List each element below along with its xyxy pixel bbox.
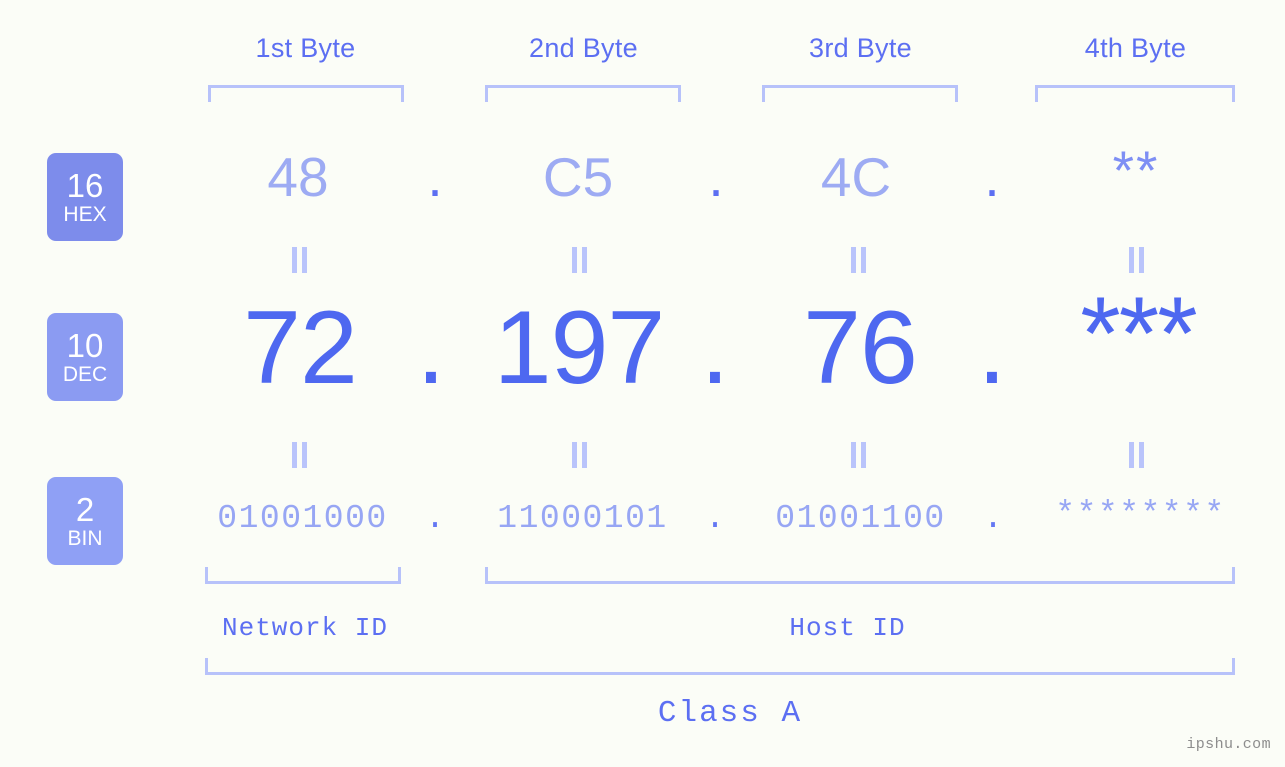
base-badge-bin-name: BIN — [67, 527, 103, 550]
base-badge-hex-name: HEX — [63, 203, 107, 226]
class-label: Class A — [657, 696, 803, 731]
hex-byte-2: C5 — [542, 146, 614, 208]
hex-separator-1: . — [427, 146, 443, 208]
dec-byte-4: *** — [1080, 276, 1197, 392]
bin-byte-2: 11000101 — [497, 500, 668, 537]
bin-separator-1: . — [425, 500, 445, 537]
byte-header-4: 4th Byte — [1084, 33, 1187, 63]
watermark: ipshu.com — [1186, 736, 1271, 753]
byte-bracket-3 — [762, 85, 958, 102]
dec-byte-2: 197 — [493, 290, 666, 406]
bin-byte-1: 01001000 — [217, 500, 388, 537]
hex-separator-3: . — [984, 146, 1000, 208]
equals-separator-dec-bin-2 — [569, 442, 591, 468]
dec-separator-3: . — [977, 290, 1007, 406]
hex-byte-1: 48 — [267, 146, 329, 208]
hex-separator-2: . — [708, 146, 724, 208]
dec-byte-1: 72 — [243, 290, 358, 406]
dec-separator-1: . — [416, 290, 446, 406]
bin-byte-4: ******** — [1055, 496, 1226, 533]
base-badge-bin: 2 BIN — [47, 477, 123, 565]
host-id-bracket — [485, 567, 1235, 584]
byte-bracket-1 — [208, 85, 404, 102]
equals-separator-hex-dec-4 — [1126, 247, 1148, 273]
network-id-bracket — [205, 567, 401, 584]
hex-byte-4: ** — [1112, 139, 1160, 201]
base-badge-dec: 10 DEC — [47, 313, 123, 401]
host-id-label: Host ID — [789, 613, 906, 643]
ip-byte-diagram: 1st Byte 2nd Byte 3rd Byte 4th Byte 16 H… — [0, 0, 1285, 767]
bin-separator-3: . — [983, 500, 1003, 537]
hex-byte-3: 4C — [820, 146, 892, 208]
base-badge-hex-number: 16 — [66, 167, 104, 204]
equals-separator-hex-dec-3 — [848, 247, 870, 273]
base-badge-dec-number: 10 — [66, 327, 104, 364]
base-badge-dec-name: DEC — [62, 363, 108, 386]
equals-separator-dec-bin-1 — [289, 442, 311, 468]
byte-bracket-2 — [485, 85, 681, 102]
bin-separator-2: . — [705, 500, 725, 537]
base-badge-hex: 16 HEX — [47, 153, 123, 241]
base-badge-bin-number: 2 — [75, 491, 95, 528]
dec-byte-3: 76 — [803, 290, 918, 406]
byte-header-2: 2nd Byte — [529, 33, 638, 63]
byte-bracket-4 — [1035, 85, 1235, 102]
bin-byte-3: 01001100 — [775, 500, 946, 537]
class-bracket — [205, 658, 1235, 675]
equals-separator-hex-dec-1 — [289, 247, 311, 273]
byte-header-1: 1st Byte — [255, 33, 356, 63]
byte-header-3: 3rd Byte — [809, 33, 912, 63]
dec-separator-2: . — [700, 290, 730, 406]
equals-separator-dec-bin-4 — [1126, 442, 1148, 468]
network-id-label: Network ID — [221, 613, 389, 643]
equals-separator-dec-bin-3 — [848, 442, 870, 468]
equals-separator-hex-dec-2 — [569, 247, 591, 273]
